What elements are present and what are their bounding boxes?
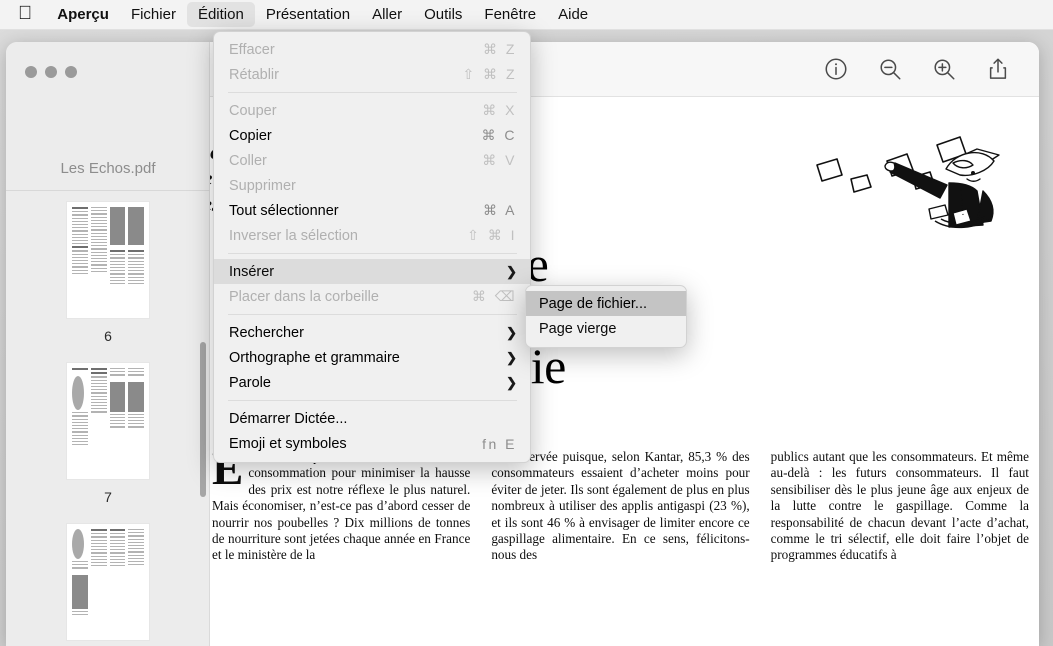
menu-separator <box>228 314 517 315</box>
menu-item-label: Insérer <box>229 263 275 280</box>
menu-item-label: Rechercher <box>229 324 304 341</box>
menu-item-shortcut: ⌘ A <box>483 202 517 218</box>
menu-item-shortcut: ⇧ ⌘ Z <box>462 66 517 82</box>
column-text: est observée puisque, selon Kantar, 85,3… <box>491 449 750 563</box>
article-column: publics autant que les consommateurs. Et… <box>771 449 1029 564</box>
menu-item-shortcut: ⌘ V <box>482 152 517 168</box>
illustration-man-throwing-papers <box>816 136 1000 229</box>
menu-item-placer-corbeille[interactable]: Placer dans la corbeille ⌘ ⌫ <box>214 284 530 309</box>
menubar-item-apercu[interactable]: Aperçu <box>46 2 120 27</box>
menu-item-label: Copier <box>229 127 272 144</box>
info-icon[interactable] <box>823 56 849 82</box>
menu-item-emoji-symboles[interactable]: Emoji et symboles fn E <box>214 431 530 456</box>
menu-item-effacer[interactable]: Effacer ⌘ Z <box>214 37 530 62</box>
menu-separator <box>228 253 517 254</box>
window-controls <box>25 66 77 78</box>
menu-item-couper[interactable]: Couper ⌘ X <box>214 98 530 123</box>
menubar-item-presentation[interactable]: Présentation <box>255 2 361 27</box>
article-column: En ces temps de crise, limiter notre con… <box>212 446 471 564</box>
menu-item-shortcut: ⌘ C <box>481 127 517 143</box>
chevron-right-icon: ❯ <box>506 349 517 365</box>
menu-item-label: Effacer <box>229 41 275 58</box>
chevron-right-icon: ❯ <box>506 324 517 340</box>
menu-separator <box>228 92 517 93</box>
menu-item-label: Tout sélectionner <box>229 202 339 219</box>
menu-item-orthographe-grammaire[interactable]: Orthographe et grammaire ❯ <box>214 345 530 370</box>
menu-item-coller[interactable]: Coller ⌘ V <box>214 148 530 173</box>
menu-item-label: Coller <box>229 152 267 169</box>
menu-item-label: Inverser la sélection <box>229 227 358 244</box>
menu-item-label: Rétablir <box>229 66 279 83</box>
share-icon[interactable] <box>985 56 1011 82</box>
zoom-button[interactable] <box>65 66 77 78</box>
sidebar-divider <box>6 190 210 191</box>
menu-item-label: Orthographe et grammaire <box>229 349 400 366</box>
menubar-item-aller[interactable]: Aller <box>361 2 413 27</box>
submenu-item-page-vierge[interactable]: Page vierge <box>526 316 686 341</box>
page-thumbnail[interactable] <box>66 362 150 480</box>
menubar-item-outils[interactable]: Outils <box>413 2 473 27</box>
page-thumbnail[interactable] <box>66 523 150 641</box>
menu-item-shortcut: ⇧ ⌘ I <box>467 227 517 243</box>
menu-item-supprimer[interactable]: Supprimer <box>214 173 530 198</box>
insert-submenu[interactable]: Page de fichier... Page vierge <box>525 285 687 348</box>
article-columns: En ces temps de crise, limiter notre con… <box>212 446 1029 564</box>
thumbnail-page-number: 6 <box>104 328 112 344</box>
menu-item-shortcut: ⌘ Z <box>483 41 517 57</box>
menu-item-label: Couper <box>229 102 277 119</box>
menu-item-copier[interactable]: Copier ⌘ C <box>214 123 530 148</box>
thumbnail-list[interactable]: 6 7 <box>6 192 210 646</box>
menu-item-label: Démarrer Dictée... <box>229 410 348 427</box>
column-text: n ces temps de crise, limiter notre cons… <box>212 449 471 563</box>
thumbnail-item[interactable]: 8 <box>6 523 210 646</box>
menu-item-inverser-selection[interactable]: Inverser la sélection ⇧ ⌘ I <box>214 223 530 248</box>
zoom-out-icon[interactable] <box>877 56 903 82</box>
menu-separator <box>228 400 517 401</box>
apple-logo-icon[interactable]:  <box>16 4 46 26</box>
menu-item-label: Placer dans la corbeille <box>229 288 379 305</box>
submenu-item-label: Page vierge <box>539 320 617 337</box>
menu-item-label: Parole <box>229 374 271 391</box>
menubar-item-aide[interactable]: Aide <box>547 2 599 27</box>
sidebar-scrollbar[interactable] <box>200 342 206 497</box>
menubar-item-fenetre[interactable]: Fenêtre <box>473 2 547 27</box>
thumbnail-page-number: 7 <box>104 489 112 505</box>
column-text: publics autant que les consommateurs. Et… <box>770 449 1029 563</box>
menu-item-label: Emoji et symboles <box>229 435 347 452</box>
chevron-right-icon: ❯ <box>506 374 517 390</box>
menu-item-inserer[interactable]: Insérer ❯ <box>214 259 530 284</box>
sidebar: Les Echos.pdf 6 7 <box>6 42 210 646</box>
menubar-item-fichier[interactable]: Fichier <box>120 2 187 27</box>
article-column: est observée puisque, selon Kantar, 85,3… <box>491 449 749 564</box>
menu-item-shortcut: ⌘ ⌫ <box>471 288 517 304</box>
menu-item-shortcut: fn E <box>482 435 517 452</box>
menu-item-parole[interactable]: Parole ❯ <box>214 370 530 395</box>
page-thumbnail[interactable] <box>66 201 150 319</box>
menu-item-demarrer-dictee[interactable]: Démarrer Dictée... <box>214 406 530 431</box>
close-button[interactable] <box>25 66 37 78</box>
menu-item-rechercher[interactable]: Rechercher ❯ <box>214 320 530 345</box>
menu-item-retablir[interactable]: Rétablir ⇧ ⌘ Z <box>214 62 530 87</box>
submenu-item-page-de-fichier[interactable]: Page de fichier... <box>526 291 686 316</box>
chevron-right-icon: ❯ <box>506 263 517 279</box>
menubar-item-edition[interactable]: Édition <box>186 2 255 27</box>
menu-bar:  Aperçu Fichier Édition Présentation Al… <box>0 0 1053 30</box>
edit-menu-dropdown[interactable]: Effacer ⌘ Z Rétablir ⇧ ⌘ Z Couper ⌘ X Co… <box>213 31 531 463</box>
thumbnail-item[interactable]: 6 <box>6 201 210 344</box>
document-title: Les Echos.pdf <box>60 160 156 177</box>
menu-item-tout-selectionner[interactable]: Tout sélectionner ⌘ A <box>214 198 530 223</box>
zoom-in-icon[interactable] <box>931 56 957 82</box>
minimize-button[interactable] <box>45 66 57 78</box>
menu-item-label: Supprimer <box>229 177 296 194</box>
thumbnail-item[interactable]: 7 <box>6 362 210 505</box>
menu-item-shortcut: ⌘ X <box>482 102 517 118</box>
submenu-item-label: Page de fichier... <box>539 295 648 312</box>
